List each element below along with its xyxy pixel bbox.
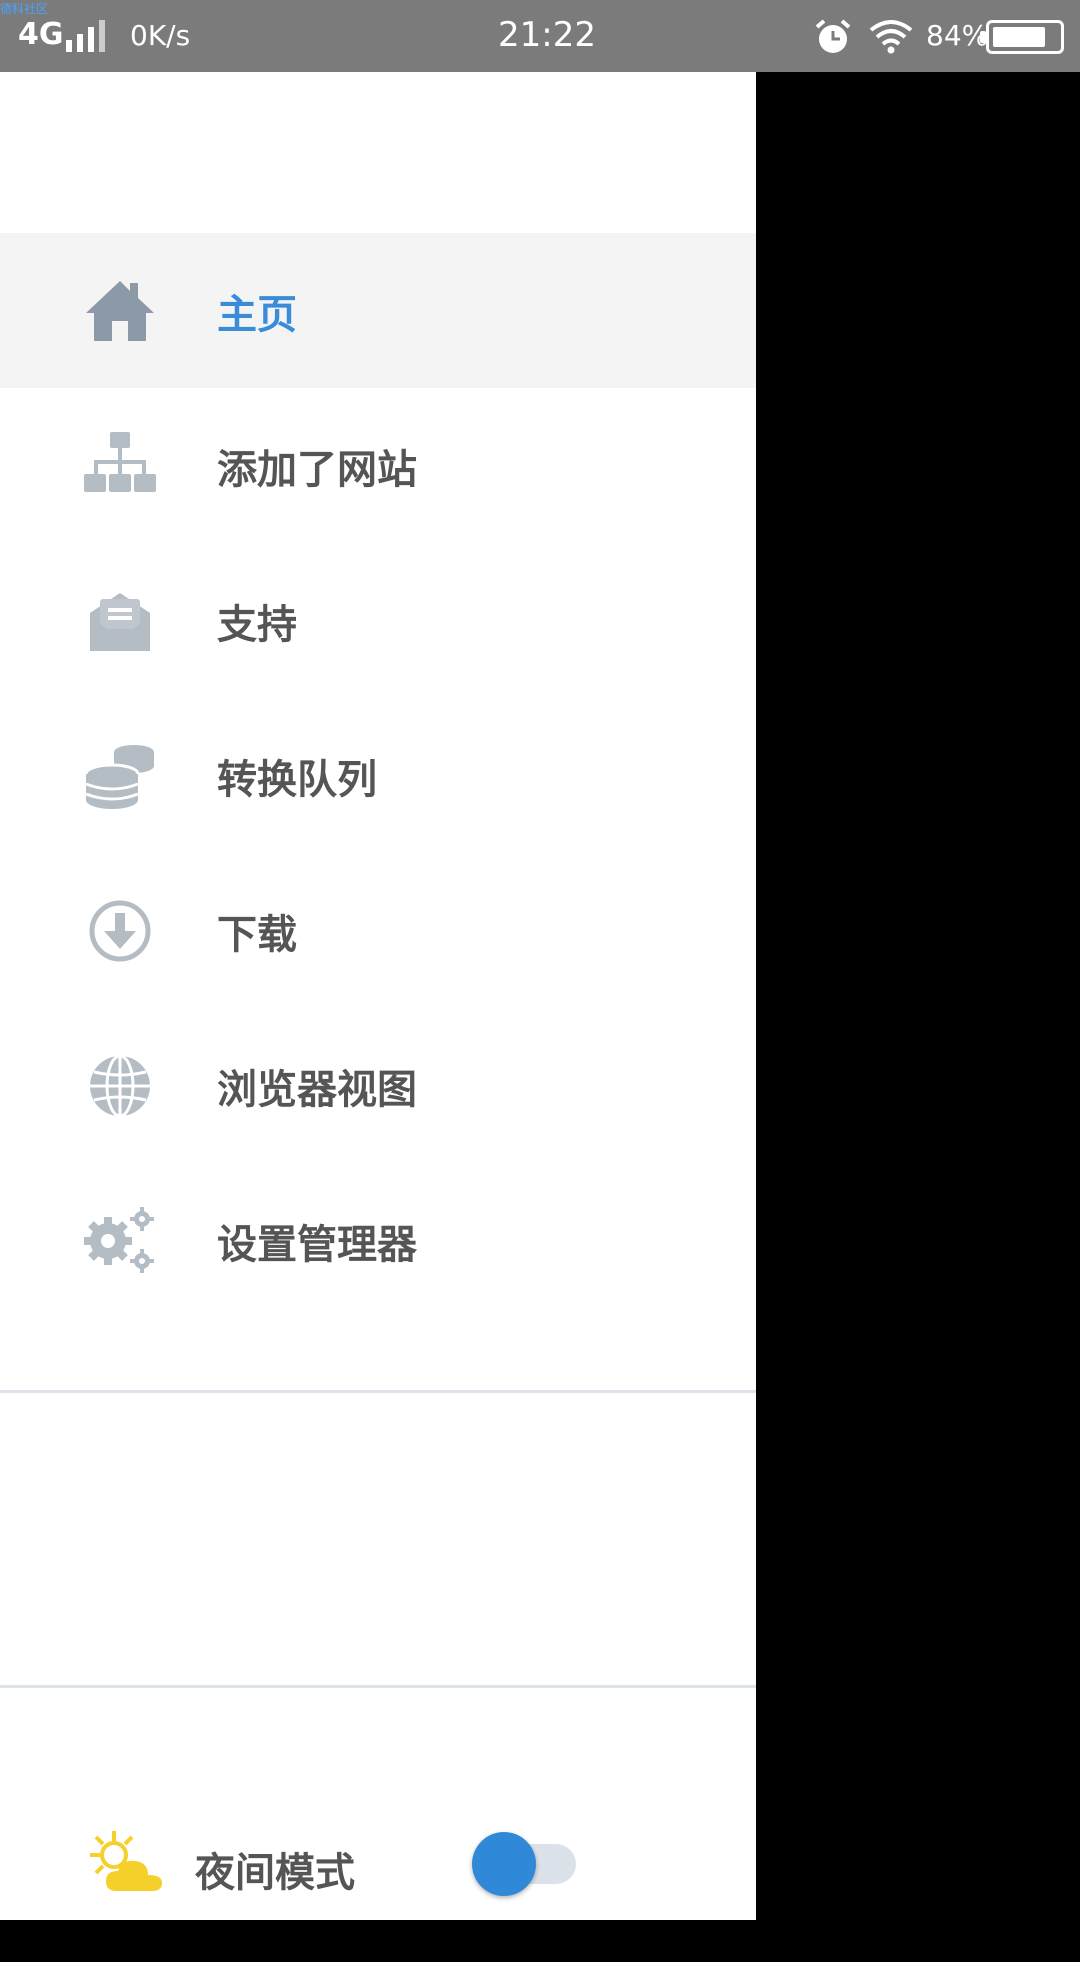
drawer-item-0[interactable]: 主页 [0,233,756,388]
network-speed: 0K/s [130,19,191,52]
drawer-item-label: 主页 [217,291,297,338]
drawer-menu: 主页添加了网站支持转换队列下载浏览器视图设置管理器 [0,233,756,1318]
battery-fill [993,27,1046,47]
wifi-icon [869,20,913,54]
drawer-item-label: 支持 [217,601,297,648]
status-corner-text: 德科社区 [0,2,49,16]
night-mode-row: 夜间模式 [0,1762,756,1962]
drawer-item-6[interactable]: 设置管理器 [0,1163,756,1318]
drawer-item-1[interactable]: 添加了网站 [0,388,756,543]
battery-percent: 84% [926,19,989,52]
sitemap-icon [82,428,158,504]
divider-top [0,1390,756,1393]
drawer-item-2[interactable]: 支持 [0,543,756,698]
alarm-icon [815,19,851,53]
clock-time: 21:22 [498,15,596,55]
toggle-knob [472,1832,536,1896]
drawer-item-5[interactable]: 浏览器视图 [0,1008,756,1163]
home-icon [82,273,158,349]
drawer-item-label: 设置管理器 [217,1221,417,1268]
drawer-item-4[interactable]: 下载 [0,853,756,1008]
divider-bottom [0,1685,756,1688]
night-mode-label: 夜间模式 [195,1850,355,1896]
network-type: 4G [18,17,64,52]
globe-icon [82,1048,158,1124]
envelope-open-icon [82,583,158,659]
drawer-item-label: 添加了网站 [217,446,417,493]
signal-icon [66,20,105,52]
download-circle-icon [82,893,158,969]
status-bar: 德科社区 4G 0K/s 21:22 84% [0,0,1080,72]
drawer-item-label: 浏览器视图 [217,1066,417,1113]
sun-cloud-icon [90,1831,162,1891]
drawer-item-label: 下载 [217,911,297,958]
gears-icon [82,1203,158,1279]
battery-icon [986,20,1064,54]
night-mode-toggle[interactable] [472,1832,578,1896]
coins-icon [82,738,158,814]
navigation-drawer: 主页添加了网站支持转换队列下载浏览器视图设置管理器 夜间模式 [0,72,756,1920]
drawer-scrim[interactable] [756,72,1080,1920]
drawer-item-label: 转换队列 [217,756,377,803]
drawer-item-3[interactable]: 转换队列 [0,698,756,853]
